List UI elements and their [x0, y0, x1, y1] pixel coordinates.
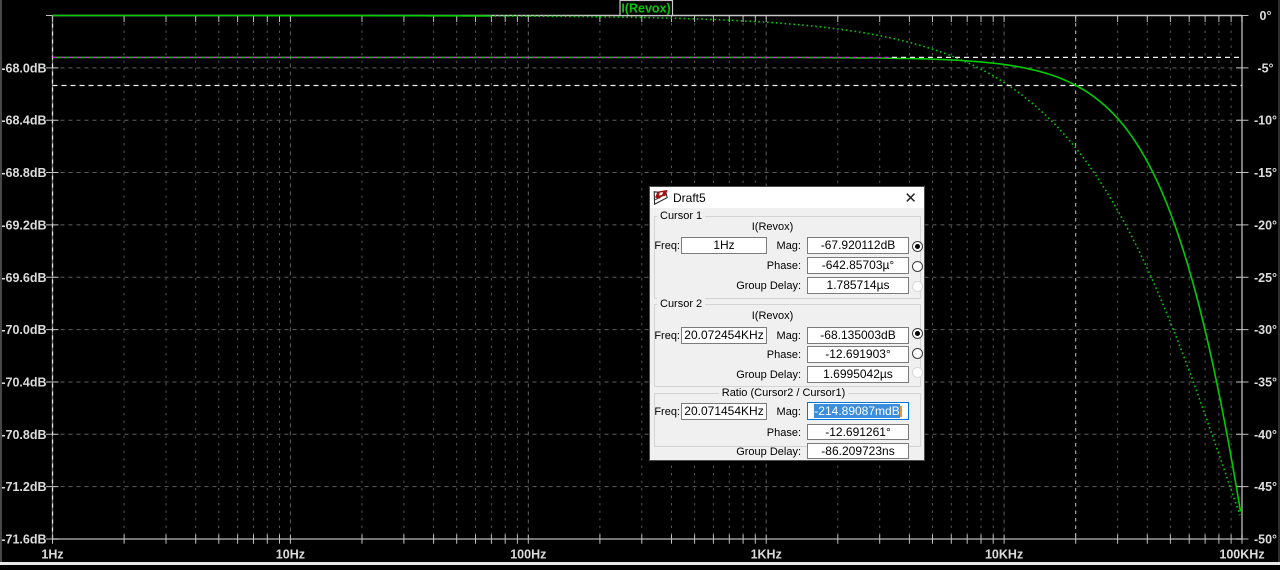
svg-text:-45°: -45°: [1254, 480, 1277, 494]
svg-text:1Hz: 1Hz: [41, 548, 63, 562]
svg-text:-71.2dB: -71.2dB: [1, 480, 46, 494]
svg-text:-68.0dB: -68.0dB: [1, 61, 46, 75]
svg-text:I(Revox): I(Revox): [621, 2, 670, 16]
svg-text:-70.8dB: -70.8dB: [1, 428, 46, 442]
svg-text:1KHz: 1KHz: [751, 548, 782, 562]
svg-text:-68.4dB: -68.4dB: [1, 114, 46, 128]
svg-text:-10°: -10°: [1254, 114, 1277, 128]
svg-text:-40°: -40°: [1254, 428, 1277, 442]
svg-text:-15°: -15°: [1254, 166, 1277, 180]
svg-text:-35°: -35°: [1254, 375, 1277, 389]
svg-text:-20°: -20°: [1254, 218, 1277, 232]
svg-text:10KHz: 10KHz: [985, 548, 1023, 562]
svg-text:-70.4dB: -70.4dB: [1, 375, 46, 389]
svg-text:10Hz: 10Hz: [276, 548, 305, 562]
svg-text:-30°: -30°: [1254, 323, 1277, 337]
svg-text:-71.6dB: -71.6dB: [1, 533, 46, 547]
svg-text:100Hz: 100Hz: [510, 548, 546, 562]
svg-text:0°: 0°: [1260, 9, 1272, 23]
svg-text:-69.6dB: -69.6dB: [1, 271, 46, 285]
svg-text:-69.2dB: -69.2dB: [1, 218, 46, 232]
svg-text:-25°: -25°: [1254, 271, 1277, 285]
svg-text:100KHz: 100KHz: [1219, 548, 1264, 562]
svg-text:-5°: -5°: [1257, 61, 1273, 75]
svg-text:-50°: -50°: [1254, 533, 1277, 547]
svg-text:-70.0dB: -70.0dB: [1, 323, 46, 337]
svg-text:-68.8dB: -68.8dB: [1, 166, 46, 180]
